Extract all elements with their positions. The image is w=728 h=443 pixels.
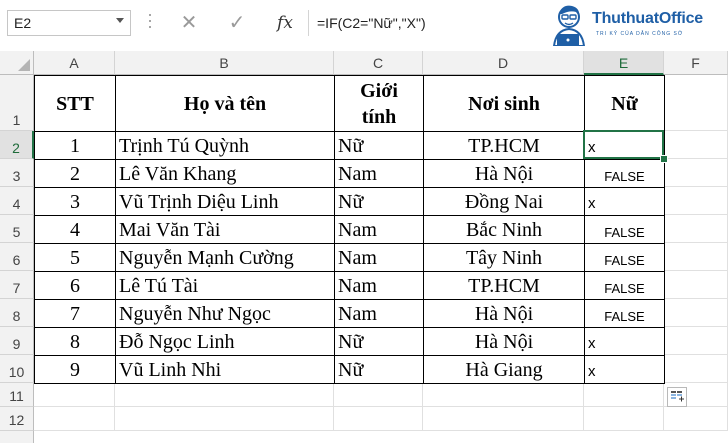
cell-stt[interactable]: 1 — [34, 131, 116, 160]
cell-birthplace[interactable]: Đồng Nai — [423, 187, 585, 216]
header-stt[interactable]: STT — [34, 75, 116, 132]
header-name[interactable]: Họ và tên — [115, 75, 335, 132]
row-header-2[interactable]: 2 — [0, 131, 34, 159]
cell-result[interactable]: x — [584, 327, 665, 356]
cell-result[interactable]: FALSE — [584, 271, 665, 300]
cell-result[interactable]: FALSE — [584, 299, 665, 328]
column-header-e[interactable]: E — [584, 51, 664, 75]
cell[interactable] — [115, 407, 334, 431]
cell-result[interactable]: x — [584, 187, 665, 216]
cell-birthplace[interactable]: TP.HCM — [423, 131, 585, 160]
cell[interactable] — [664, 243, 728, 271]
cell[interactable] — [423, 383, 584, 407]
header-gender[interactable]: Giới tính — [334, 75, 424, 132]
cell-name[interactable]: Lê Văn Khang — [115, 159, 335, 188]
cell-stt[interactable]: 6 — [34, 271, 116, 300]
cell[interactable] — [664, 215, 728, 243]
cell[interactable] — [34, 383, 115, 407]
header-female[interactable]: Nữ — [584, 75, 665, 132]
cell[interactable] — [334, 383, 423, 407]
cell[interactable] — [664, 131, 728, 159]
header-gender-line-1: Giới — [360, 80, 398, 102]
quick-analysis-button[interactable] — [667, 387, 687, 407]
cell-gender[interactable]: Nữ — [334, 355, 424, 384]
column-header-d[interactable]: D — [423, 51, 584, 75]
active-cell-border — [583, 130, 664, 159]
cell[interactable] — [115, 383, 334, 407]
row-header-4[interactable]: 4 — [0, 187, 34, 215]
cell-result[interactable]: FALSE — [584, 215, 665, 244]
cell-gender[interactable]: Nam — [334, 243, 424, 272]
cell-stt[interactable]: 5 — [34, 243, 116, 272]
cell-birthplace[interactable]: Hà Nội — [423, 159, 585, 188]
cell[interactable] — [664, 407, 728, 431]
cell[interactable] — [664, 75, 728, 131]
cell-name[interactable]: Nguyễn Mạnh Cường — [115, 243, 335, 272]
row-header-10[interactable]: 10 — [0, 355, 34, 383]
cell-birthplace[interactable]: Hà Nội — [423, 327, 585, 356]
column-header-a[interactable]: A — [34, 51, 115, 75]
cell[interactable] — [664, 327, 728, 355]
column-header-c[interactable]: C — [334, 51, 423, 75]
select-all-button[interactable] — [0, 51, 34, 75]
header-gender-line-2: tính — [361, 106, 397, 128]
row-header-12[interactable]: 12 — [0, 407, 34, 431]
row-header-6[interactable]: 6 — [0, 243, 34, 271]
column-header-f[interactable]: F — [664, 51, 728, 75]
cell[interactable] — [584, 407, 664, 431]
cell-birthplace[interactable]: Hà Giang — [423, 355, 585, 384]
cell-birthplace[interactable]: Hà Nội — [423, 299, 585, 328]
cell-gender[interactable]: Nam — [334, 271, 424, 300]
cell-name[interactable]: Đỗ Ngọc Linh — [115, 327, 335, 356]
cell-result[interactable]: FALSE — [584, 159, 665, 188]
column-header-b[interactable]: B — [115, 51, 334, 75]
cell[interactable] — [34, 407, 115, 431]
cell-stt[interactable]: 9 — [34, 355, 116, 384]
cell-birthplace[interactable]: Bắc Ninh — [423, 215, 585, 244]
row-header-5[interactable]: 5 — [0, 215, 34, 243]
cell-stt[interactable]: 4 — [34, 215, 116, 244]
cell[interactable] — [334, 407, 423, 431]
row-header-8[interactable]: 8 — [0, 299, 34, 327]
spreadsheet-grid: A B C D E F 1 2 3 4 5 6 7 8 9 10 11 12 S… — [0, 0, 728, 443]
row-header-3[interactable]: 3 — [0, 159, 34, 187]
cell-birthplace[interactable]: Tây Ninh — [423, 243, 585, 272]
fill-handle[interactable] — [660, 155, 668, 163]
cell-name[interactable]: Nguyễn Như Ngọc — [115, 299, 335, 328]
quick-analysis-icon — [671, 391, 684, 402]
cell-gender[interactable]: Nam — [334, 215, 424, 244]
row-header-1[interactable]: 1 — [0, 75, 34, 131]
row-header-13[interactable] — [0, 431, 34, 443]
cell-result[interactable]: x — [584, 355, 665, 384]
row-header-11[interactable]: 11 — [0, 383, 34, 407]
cell[interactable] — [664, 271, 728, 299]
cell[interactable] — [584, 383, 664, 407]
cell[interactable] — [423, 407, 584, 431]
cell-name[interactable]: Trịnh Tú Quỳnh — [115, 131, 335, 160]
cell-stt[interactable]: 2 — [34, 159, 116, 188]
cell-name[interactable]: Vũ Trịnh Diệu Linh — [115, 187, 335, 216]
cell-stt[interactable]: 7 — [34, 299, 116, 328]
cell-name[interactable]: Vũ Linh Nhi — [115, 355, 335, 384]
cell-birthplace[interactable]: TP.HCM — [423, 271, 585, 300]
cell-name[interactable]: Lê Tú Tài — [115, 271, 335, 300]
cell-gender[interactable]: Nam — [334, 299, 424, 328]
cell-name[interactable]: Mai Văn Tài — [115, 215, 335, 244]
cell-gender[interactable]: Nữ — [334, 187, 424, 216]
cell-gender[interactable]: Nữ — [334, 327, 424, 356]
cell-result[interactable]: FALSE — [584, 243, 665, 272]
cell-gender[interactable]: Nữ — [334, 131, 424, 160]
cell[interactable] — [664, 187, 728, 215]
cell[interactable] — [664, 159, 728, 187]
cell[interactable] — [664, 355, 728, 383]
cell-gender[interactable]: Nam — [334, 159, 424, 188]
cell-stt[interactable]: 8 — [34, 327, 116, 356]
row-header-7[interactable]: 7 — [0, 271, 34, 299]
row-header-9[interactable]: 9 — [0, 327, 34, 355]
cell-stt[interactable]: 3 — [34, 187, 116, 216]
cell[interactable] — [664, 299, 728, 327]
header-birthplace[interactable]: Nơi sinh — [423, 75, 585, 132]
